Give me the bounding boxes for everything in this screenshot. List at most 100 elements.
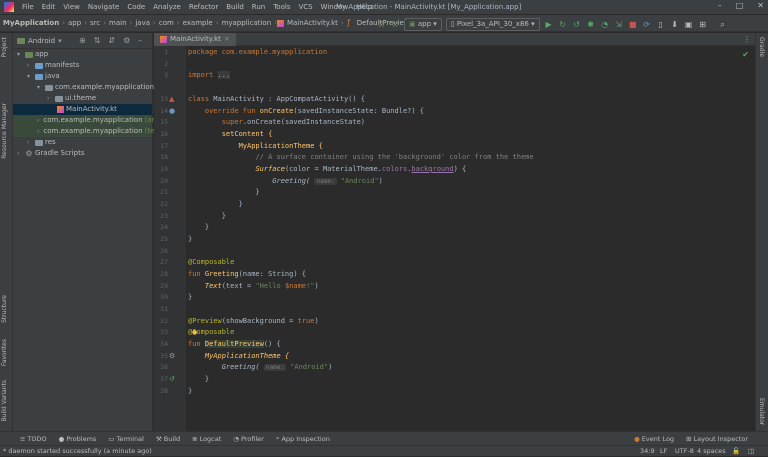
line-number: 15: [160, 118, 168, 126]
attach-debugger-icon[interactable]: ⇲: [614, 20, 624, 30]
tree-item-package-androidtest[interactable]: ›com.example.myapplication(androidTest): [13, 115, 190, 126]
tool-tab-structure[interactable]: Structure: [1, 295, 8, 323]
code-token: Greeting: [204, 270, 239, 278]
line-number: 36: [160, 363, 168, 371]
debug-icon[interactable]: ✱: [586, 20, 596, 30]
run-preview-icon[interactable]: ↺: [169, 375, 175, 383]
project-view-mode[interactable]: Android: [28, 37, 55, 45]
file-encoding[interactable]: UTF-8: [675, 446, 694, 457]
hide-icon[interactable]: –: [138, 36, 142, 45]
tool-tab-layout-inspector[interactable]: ⊞ Layout Inspector: [680, 435, 754, 443]
tree-item-app[interactable]: ▾ app: [17, 49, 48, 60]
folded-imports[interactable]: ...: [217, 71, 231, 79]
line-number: 18: [160, 153, 168, 161]
tree-item-res[interactable]: › res: [27, 137, 56, 148]
more-icon[interactable]: ⋮: [743, 35, 751, 44]
menu-run[interactable]: Run: [248, 3, 269, 11]
close-icon[interactable]: ✕: [757, 1, 764, 10]
override-gutter-icon[interactable]: ●: [169, 107, 175, 115]
tool-tab-event-log[interactable]: ● Event Log: [628, 435, 680, 443]
status-message[interactable]: * daemon started successfully (a minute …: [3, 446, 152, 457]
line-number: 35: [160, 352, 168, 360]
caret-position[interactable]: 34:9: [640, 446, 655, 457]
menu-analyze[interactable]: Analyze: [149, 3, 185, 11]
line-number: 2: [164, 60, 168, 68]
device-manager-icon[interactable]: ▣: [684, 20, 694, 30]
tree-item-mainactivity[interactable]: MainActivity.kt: [13, 104, 152, 115]
menu-tools[interactable]: Tools: [269, 3, 294, 11]
menu-edit[interactable]: Edit: [38, 3, 60, 11]
make-project-icon[interactable]: ⚒: [390, 20, 400, 30]
code-token: : AppCompatActivity() {: [263, 95, 366, 103]
run-gutter-icon[interactable]: ▲: [169, 95, 174, 103]
collapse-all-icon[interactable]: ⇅: [94, 36, 101, 45]
run-icon[interactable]: ▶: [544, 20, 554, 30]
breadcrumb-file[interactable]: MainActivity.kt: [284, 19, 341, 27]
tool-tab-profiler[interactable]: ◔ Profiler: [227, 435, 270, 443]
inspection-ok-icon[interactable]: ✔: [742, 50, 749, 59]
line-number: 31: [160, 305, 168, 313]
tree-item-manifests[interactable]: › manifests: [27, 60, 79, 71]
menu-vcs[interactable]: VCS: [294, 3, 316, 11]
sync-gradle-icon[interactable]: ⟳: [642, 20, 652, 30]
tool-tab-app-inspection[interactable]: ⌕ App Inspection: [270, 434, 336, 443]
breadcrumb-package[interactable]: myapplication: [219, 19, 275, 27]
breadcrumb-app[interactable]: app: [65, 19, 84, 27]
code-editor[interactable]: package com.example.myapplication import…: [186, 46, 755, 431]
run-config-select[interactable]: ▣ app ▾: [404, 18, 442, 31]
search-icon[interactable]: ⌕: [718, 20, 728, 30]
layout-inspector-icon[interactable]: ⊞: [698, 20, 708, 30]
line-separator[interactable]: LF: [660, 446, 667, 457]
profile-icon[interactable]: ◔: [600, 20, 610, 30]
breadcrumb-src[interactable]: src: [87, 19, 103, 27]
menu-file[interactable]: File: [18, 3, 38, 11]
tool-tab-resource-manager[interactable]: Resource Manager: [1, 103, 8, 159]
breadcrumb-java[interactable]: java: [132, 19, 153, 27]
menu-view[interactable]: View: [59, 3, 84, 11]
line-number: 3: [164, 71, 168, 79]
locate-icon[interactable]: ⊕: [79, 36, 86, 45]
stop-icon[interactable]: ■: [628, 20, 638, 30]
tool-tab-problems[interactable]: ● Problems: [53, 435, 103, 443]
tool-tab-build[interactable]: ⚒ Build: [150, 435, 186, 443]
tree-item-gradle-scripts[interactable]: › ⚙ Gradle Scripts: [17, 148, 84, 159]
apply-changes-icon[interactable]: ↻: [558, 20, 568, 30]
lock-icon[interactable]: 🔓: [732, 446, 740, 457]
gear-icon[interactable]: ⚙: [123, 36, 130, 45]
lightbulb-icon[interactable]: ●: [192, 329, 197, 336]
menu-code[interactable]: Code: [123, 3, 149, 11]
tool-tab-project[interactable]: Project: [1, 37, 8, 58]
maximize-icon[interactable]: □: [736, 1, 744, 10]
tool-tab-favorites[interactable]: Favorites: [1, 339, 8, 366]
apply-code-changes-icon[interactable]: ↺: [572, 20, 582, 30]
breadcrumb-project[interactable]: MyApplication: [0, 19, 62, 27]
menu-refactor[interactable]: Refactor: [185, 3, 222, 11]
chevron-down-icon[interactable]: ▾: [58, 37, 62, 45]
memory-indicator-icon[interactable]: ◫: [748, 446, 754, 457]
tool-tab-logcat[interactable]: ≣ Logcat: [186, 435, 227, 443]
menu-navigate[interactable]: Navigate: [84, 3, 123, 11]
tree-item-package[interactable]: ▾ com.example.myapplication: [37, 82, 154, 93]
avd-manager-icon[interactable]: ▯: [656, 20, 666, 30]
breadcrumb-main[interactable]: main: [106, 19, 130, 27]
tree-item-package-test[interactable]: ›com.example.myapplication(test): [13, 126, 163, 137]
sdk-manager-icon[interactable]: ⬇: [670, 20, 680, 30]
tree-item-ui-theme[interactable]: › ui.theme: [47, 93, 96, 104]
tool-tab-terminal[interactable]: ▭ Terminal: [102, 435, 150, 443]
breadcrumb-example[interactable]: example: [180, 19, 216, 27]
device-select[interactable]: ▯ Pixel_3a_API_30_x86 ▾: [445, 18, 540, 31]
preview-gear-icon[interactable]: ⚙: [169, 352, 175, 360]
menu-build[interactable]: Build: [222, 3, 248, 11]
close-tab-icon[interactable]: ×: [224, 33, 230, 46]
hammer-icon[interactable]: ⚒: [376, 20, 386, 30]
tree-item-java[interactable]: ▾ java: [27, 71, 60, 82]
tool-tab-build-variants[interactable]: Build Variants: [1, 380, 8, 421]
expand-all-icon[interactable]: ⇵: [108, 36, 115, 45]
minimize-icon[interactable]: –: [718, 1, 722, 10]
tool-tab-gradle[interactable]: Gradle: [758, 37, 765, 57]
breadcrumb-com[interactable]: com: [156, 19, 177, 27]
indent-setting[interactable]: 4 spaces: [697, 446, 726, 457]
tool-tab-todo[interactable]: ≡ TODO: [14, 435, 53, 443]
tool-tab-emulator[interactable]: Emulator: [758, 398, 765, 425]
code-line-36: Greeting( name: "Android"): [188, 363, 332, 371]
